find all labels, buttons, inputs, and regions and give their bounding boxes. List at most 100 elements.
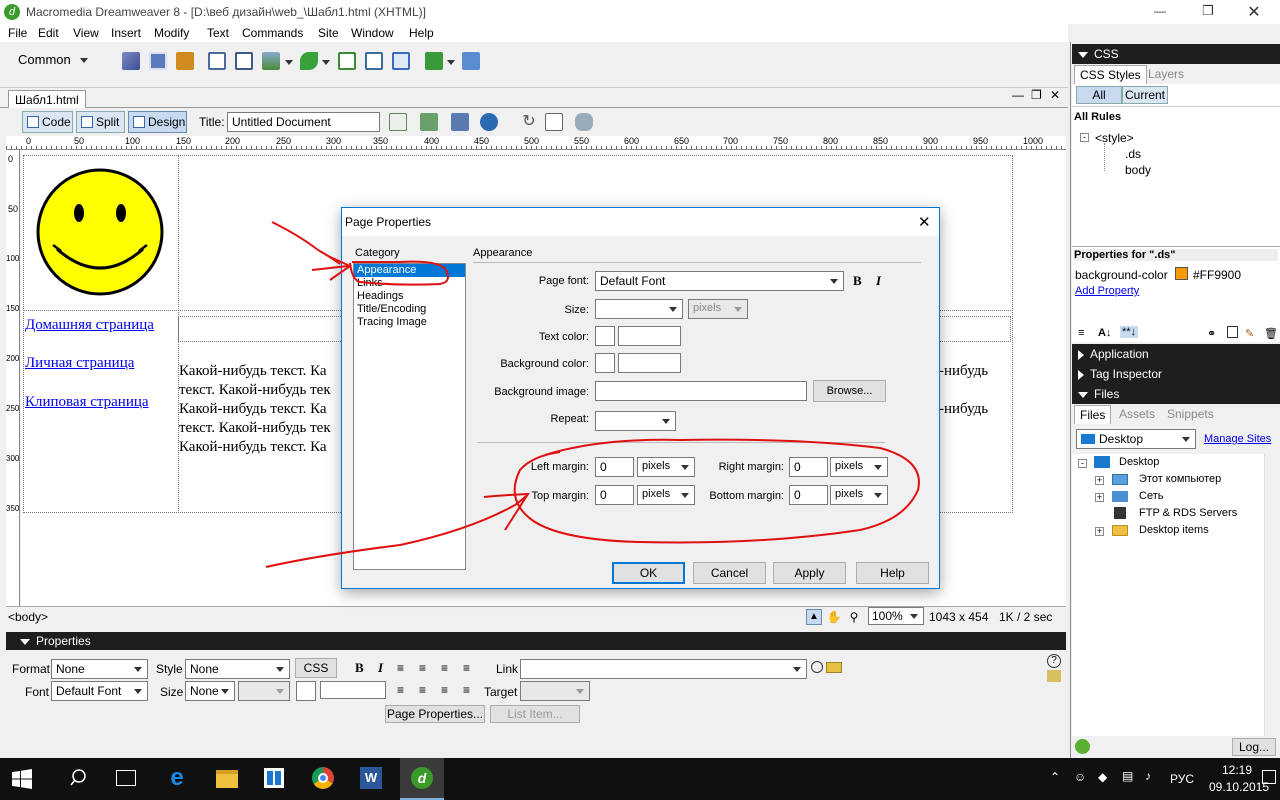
clock-time[interactable]: 12:19 [1222, 763, 1252, 777]
style-select[interactable]: None [185, 659, 290, 679]
doc-minimize-icon[interactable]: — [1012, 88, 1024, 102]
tab-css-styles[interactable]: CSS Styles [1074, 65, 1147, 84]
volume-icon[interactable]: ♪ [1145, 769, 1151, 783]
css-prop-color-swatch[interactable] [1175, 267, 1188, 280]
tree-desktop-items[interactable]: Desktop items [1139, 524, 1209, 536]
zoom-select[interactable]: 100% [868, 607, 924, 625]
attach-stylesheet-icon[interactable]: ⚭ [1207, 327, 1216, 340]
text-color-swatch[interactable] [595, 326, 615, 346]
email-link-icon[interactable] [149, 52, 167, 70]
action-center-icon[interactable] [1262, 770, 1276, 784]
hyperlink-icon[interactable] [122, 52, 140, 70]
tag-chooser-icon[interactable] [462, 52, 480, 70]
top-margin-unit[interactable]: pixels [637, 485, 695, 505]
new-css-rule-icon[interactable] [1227, 326, 1238, 338]
close-window-button[interactable]: ✕ [1244, 2, 1264, 21]
expand-icon[interactable]: + [1095, 527, 1104, 536]
manage-sites-link[interactable]: Manage Sites [1204, 433, 1271, 445]
document-title-input[interactable]: Untitled Document [227, 112, 380, 132]
help-icon[interactable]: ? [1047, 654, 1061, 668]
hand-tool-icon[interactable]: ✋ [826, 609, 842, 625]
tag-selector[interactable]: <body> [8, 610, 48, 624]
media-dropdown-icon[interactable] [322, 60, 330, 65]
start-button[interactable] [12, 769, 32, 789]
tree-this-pc[interactable]: Этот компьютер [1139, 473, 1221, 485]
menu-commands[interactable]: Commands [242, 26, 303, 40]
doc-restore-icon[interactable]: ❐ [1031, 88, 1042, 102]
site-select[interactable]: Desktop [1076, 429, 1196, 449]
format-select[interactable]: None [51, 659, 148, 679]
repeat-select[interactable] [595, 411, 676, 431]
visual-aids-icon[interactable] [575, 113, 593, 131]
bold-icon[interactable]: B [853, 273, 862, 289]
css-button[interactable]: CSS [295, 658, 337, 678]
word-icon[interactable]: W [360, 767, 382, 789]
menu-file[interactable]: File [8, 26, 27, 40]
css-panel-header[interactable]: CSS [1072, 44, 1280, 64]
refresh-icon[interactable]: ↻ [520, 113, 538, 131]
minimize-button[interactable]: — [1150, 4, 1170, 20]
text-color-input[interactable] [320, 681, 386, 699]
menu-text[interactable]: Text [207, 26, 229, 40]
justify-icon[interactable]: ≡ [463, 661, 470, 675]
align-center-icon[interactable]: ≡ [419, 661, 426, 675]
clock-date[interactable]: 09.10.2015 [1209, 780, 1269, 794]
show-category-view-icon[interactable]: ≡ [1078, 327, 1084, 339]
page-properties-button[interactable]: Page Properties... [385, 705, 485, 723]
document-tab[interactable]: Шабл1.html [8, 90, 86, 108]
bottom-margin-input[interactable]: 0 [789, 485, 828, 505]
left-margin-unit[interactable]: pixels [637, 457, 695, 477]
edge-icon[interactable]: e [166, 766, 188, 790]
people-icon[interactable]: ☺ [1074, 770, 1086, 784]
menu-view[interactable]: View [73, 26, 99, 40]
nav-link-personal[interactable]: Личная страница [25, 355, 134, 372]
task-view-icon[interactable] [116, 770, 136, 786]
collapse-icon[interactable]: - [1078, 459, 1087, 468]
browser-check-icon[interactable] [420, 113, 438, 131]
category-item-tracing-image[interactable]: Tracing Image [354, 316, 465, 329]
point-to-file-icon[interactable] [811, 661, 823, 673]
quick-tag-editor-icon[interactable] [1047, 670, 1061, 682]
size-select[interactable]: None [185, 681, 235, 701]
left-margin-input[interactable]: 0 [595, 457, 634, 477]
table-icon[interactable] [208, 52, 226, 70]
files-scrollbar[interactable] [1264, 454, 1280, 736]
file-management-icon[interactable] [451, 113, 469, 131]
bottom-margin-unit[interactable]: pixels [830, 485, 888, 505]
browse-folder-icon[interactable] [826, 662, 842, 673]
menu-site[interactable]: Site [318, 26, 339, 40]
tab-assets[interactable]: Assets [1119, 407, 1155, 421]
right-margin-input[interactable]: 0 [789, 457, 828, 477]
show-list-view-icon[interactable]: A↓ [1098, 327, 1111, 339]
category-item-appearance[interactable]: Appearance [354, 264, 465, 277]
tree-network[interactable]: Сеть [1139, 490, 1163, 502]
ok-button[interactable]: OK [612, 562, 685, 584]
search-icon[interactable] [70, 768, 90, 788]
comment-icon[interactable] [365, 52, 383, 70]
mode-current-button[interactable]: Current [1122, 86, 1168, 104]
date-icon[interactable] [338, 52, 356, 70]
dropbox-icon[interactable]: ◆ [1098, 770, 1107, 784]
design-view-button[interactable]: Design [128, 111, 187, 133]
browse-button[interactable]: Browse... [813, 380, 886, 402]
network-tray-icon[interactable]: ▤ [1122, 769, 1133, 783]
category-item-title-encoding[interactable]: Title/Encoding [354, 303, 465, 316]
mode-all-button[interactable]: All [1076, 86, 1122, 104]
category-item-headings[interactable]: Headings [354, 290, 465, 303]
image-dropdown-icon[interactable] [285, 60, 293, 65]
dialog-close-icon[interactable]: ✕ [918, 213, 931, 231]
menu-edit[interactable]: Edit [38, 26, 59, 40]
right-margin-unit[interactable]: pixels [830, 457, 888, 477]
zoom-tool-icon[interactable]: ⚲ [846, 609, 862, 625]
split-view-button[interactable]: Split [76, 111, 125, 133]
tree-desktop[interactable]: Desktop [1119, 456, 1159, 468]
edit-style-icon[interactable]: ✎ [1245, 327, 1254, 340]
page-font-select[interactable]: Default Font [595, 271, 844, 291]
pointer-tool-icon[interactable]: ▲ [806, 609, 822, 625]
css-rule-body[interactable]: body [1125, 163, 1151, 177]
menu-modify[interactable]: Modify [154, 26, 189, 40]
nav-link-clips[interactable]: Клиповая страница [25, 394, 149, 411]
text-color-swatch[interactable] [296, 681, 316, 701]
size-select[interactable] [595, 299, 683, 319]
templates-icon[interactable] [392, 52, 410, 70]
